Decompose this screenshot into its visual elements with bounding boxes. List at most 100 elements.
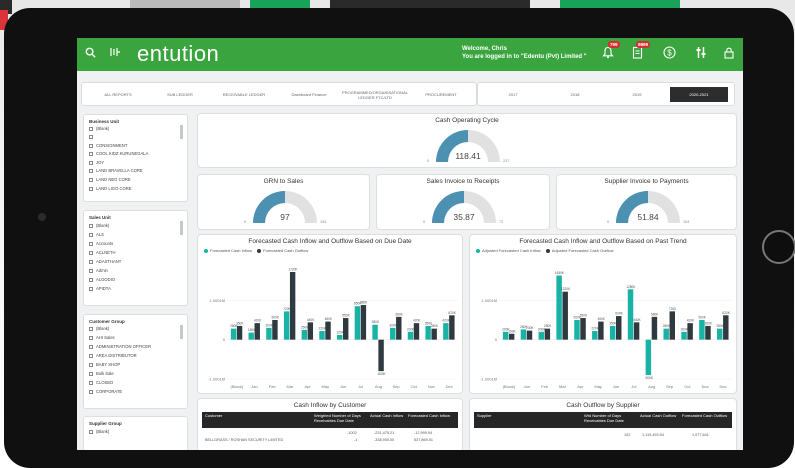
bar-inflow[interactable] <box>354 306 361 340</box>
checkbox[interactable] <box>89 429 93 434</box>
year-option-2020-2021[interactable]: 2020-2021 <box>670 87 728 102</box>
bar-inflow[interactable] <box>336 334 343 340</box>
bar-inflow[interactable] <box>443 323 449 340</box>
column-header[interactable]: Forecasted Cash Outflow <box>682 413 730 419</box>
bar-inflow[interactable] <box>372 324 378 340</box>
bar-outflow[interactable] <box>669 311 676 340</box>
bar-outflow[interactable] <box>272 320 278 340</box>
checkbox[interactable] <box>89 134 93 139</box>
home-button[interactable] <box>762 230 795 264</box>
business-unit-option[interactable]: LAND NEO CORE <box>89 176 131 183</box>
customer-group-option[interactable]: ADMINISTRATION OFFICER <box>89 343 151 350</box>
checkbox[interactable] <box>89 259 93 264</box>
column-header[interactable]: Forecasted Cash Inflow <box>408 413 454 419</box>
bar-outflow[interactable] <box>343 318 349 340</box>
bar-outflow[interactable] <box>544 328 551 340</box>
bar-outflow[interactable] <box>449 315 455 340</box>
checkbox[interactable] <box>89 232 93 237</box>
checkbox[interactable] <box>89 326 93 331</box>
bar-inflow[interactable] <box>681 331 687 340</box>
checkbox[interactable] <box>89 380 93 385</box>
year-option-2019[interactable]: 2019 <box>608 87 666 102</box>
bar-inflow[interactable] <box>283 311 290 340</box>
checkbox[interactable] <box>89 286 93 291</box>
column-header[interactable]: Customer <box>205 413 222 419</box>
checkbox[interactable] <box>89 277 93 282</box>
menu-toggle-icon[interactable] <box>109 46 121 62</box>
tools-icon[interactable] <box>695 46 707 63</box>
bar-outflow[interactable] <box>633 322 640 340</box>
customer-group-option[interactable]: CLOSED <box>89 379 113 386</box>
column-header[interactable]: Wtd Number of Days Receivables Due Date <box>584 413 636 423</box>
checkbox[interactable] <box>89 241 93 246</box>
business-unit-option[interactable]: LAND LIGO CORE <box>89 185 132 192</box>
bar-inflow[interactable] <box>230 328 237 340</box>
bar-outflow[interactable] <box>307 322 314 340</box>
bar-inflow[interactable] <box>645 339 652 376</box>
bar-inflow[interactable] <box>609 325 616 340</box>
customer-group-option[interactable]: CORPORATE <box>89 388 122 395</box>
filter-receivable-ledger[interactable]: RECEIVABLE LEDGER <box>212 87 276 102</box>
year-option-2018[interactable]: 2018 <box>546 87 604 102</box>
checkbox[interactable] <box>89 335 93 340</box>
bar-inflow[interactable] <box>266 327 272 340</box>
bar-outflow[interactable] <box>508 333 515 340</box>
search-icon[interactable] <box>85 46 96 62</box>
checkbox[interactable] <box>89 362 93 367</box>
sales-unit-option[interactable]: ACLNETH <box>89 249 116 256</box>
bar-outflow[interactable] <box>562 291 568 340</box>
lock-icon[interactable] <box>723 46 735 63</box>
table-row[interactable]: -1002 -231,475.21 -12,999.94 <box>202 430 458 436</box>
customer-group-option[interactable]: (Blank) <box>89 325 109 332</box>
bar-inflow[interactable] <box>390 327 396 340</box>
bar-outflow[interactable] <box>723 315 729 340</box>
notification-bell-icon[interactable] <box>602 46 614 63</box>
bar-outflow[interactable] <box>598 321 604 340</box>
brand-logo[interactable]: entution <box>137 41 219 67</box>
bar-outflow[interactable] <box>705 325 711 340</box>
bar-inflow[interactable] <box>627 289 634 340</box>
bar-outflow[interactable] <box>580 318 586 340</box>
bar-inflow[interactable] <box>520 329 527 340</box>
checkbox[interactable] <box>89 126 93 131</box>
business-unit-option[interactable]: LAND BRAVELLA CORE <box>89 167 143 174</box>
bar-inflow[interactable] <box>319 331 325 340</box>
supplier-group-option[interactable]: (Blank) <box>89 428 109 435</box>
customer-group-option[interactable]: AHI Sales <box>89 334 115 341</box>
bar-outflow[interactable] <box>687 323 693 340</box>
filter-dashboard-finance[interactable]: Dashboard Finance <box>278 87 340 102</box>
year-option-2017[interactable]: 2017 <box>484 87 542 102</box>
checkbox[interactable] <box>89 160 93 165</box>
bar-outflow[interactable] <box>254 323 260 340</box>
bar-inflow[interactable] <box>663 328 669 340</box>
column-header[interactable]: Actual Cash Outflow <box>640 413 680 419</box>
checkbox[interactable] <box>89 143 93 148</box>
checkbox[interactable] <box>89 250 93 255</box>
checkbox[interactable] <box>89 223 93 228</box>
bar-inflow[interactable] <box>574 320 580 340</box>
bar-outflow[interactable] <box>378 339 384 372</box>
customer-group-option[interactable]: Bulk Sale <box>89 370 114 377</box>
sales-unit-option[interactable]: (Blank) <box>89 222 109 229</box>
bar-inflow[interactable] <box>556 275 562 340</box>
customer-group-option[interactable]: BABY SHOP <box>89 361 120 368</box>
filter-sub-ledger[interactable]: SUB LEDGER <box>150 87 210 102</box>
sales-unit-option[interactable]: Accounts <box>89 240 113 247</box>
table-row[interactable]: BELLGRASS / ROSHAN SECURITY LIMITED -1 -… <box>202 437 458 443</box>
bar-outflow[interactable] <box>616 316 622 340</box>
bar-outflow[interactable] <box>526 330 533 340</box>
column-header[interactable]: Supplier <box>477 413 492 419</box>
bar-inflow[interactable] <box>301 329 308 340</box>
table-row[interactable]: 102 1,119,493.54 1,077,641 <box>474 432 732 438</box>
filter-procurement[interactable]: PROCUREMENT <box>410 87 472 102</box>
bar-outflow[interactable] <box>396 316 402 340</box>
business-unit-option[interactable]: COOL KIDZ KURUNEGALA <box>89 150 148 157</box>
bar-outflow[interactable] <box>360 305 367 340</box>
sales-unit-option[interactable]: APIDTA <box>89 285 111 292</box>
sales-unit-option[interactable]: Admin <box>89 267 108 274</box>
checkbox[interactable] <box>89 344 93 349</box>
bar-outflow[interactable] <box>651 316 658 340</box>
business-unit-option[interactable] <box>89 133 96 140</box>
checkbox[interactable] <box>89 151 93 156</box>
checkbox[interactable] <box>89 389 93 394</box>
